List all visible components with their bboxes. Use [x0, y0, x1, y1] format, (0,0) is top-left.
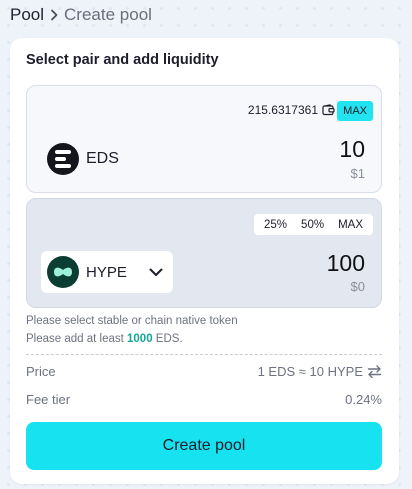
create-pool-button[interactable]: Create pool	[26, 422, 382, 470]
hint-prefix: Please add at least	[26, 333, 128, 345]
token-a-balance: 215.6317361	[248, 103, 335, 117]
breadcrumb-pool-link[interactable]: Pool	[10, 5, 44, 25]
chevron-right-icon	[49, 9, 59, 21]
chevron-down-icon	[149, 268, 163, 277]
dashed-divider	[26, 354, 382, 355]
swap-arrows-icon[interactable]	[367, 365, 382, 378]
token-a-amount-input[interactable]: 10	[339, 136, 365, 163]
breadcrumb-current: Create pool	[64, 5, 152, 24]
price-row-value: 1 EDS ≈ 10 HYPE	[258, 364, 382, 379]
hype-logo-icon	[47, 256, 79, 288]
percent-50-button[interactable]: 50%	[294, 219, 331, 231]
price-value: 1 EDS ≈ 10 HYPE	[257, 364, 363, 379]
fee-tier-label: Fee tier	[26, 392, 71, 407]
hint-suffix: EDS.	[152, 333, 183, 345]
fee-tier-value: 0.24%	[345, 392, 382, 407]
token-b-select[interactable]: HYPE	[41, 251, 173, 293]
minimum-amount-value: 1000	[127, 333, 153, 345]
percent-button-group: 25% 50% MAX	[254, 214, 373, 235]
token-b-symbol: HYPE	[86, 263, 127, 281]
balance-value: 215.6317361	[247, 103, 318, 117]
token-a-symbol: EDS	[86, 150, 119, 167]
token-a-input-box: 215.6317361 MAX EDS 10 $1	[26, 85, 382, 193]
token-b-usd-value: $0	[350, 279, 365, 294]
percent-25-button[interactable]: 25%	[257, 219, 294, 231]
token-b-amount-input[interactable]: 100	[327, 250, 365, 277]
card-title: Select pair and add liquidity	[26, 52, 219, 68]
breadcrumb: Pool Create pool	[10, 3, 152, 27]
token-a-usd-value: $1	[350, 166, 365, 181]
token-b-input-box: 25% 50% MAX HYPE 100 $0	[26, 198, 382, 308]
price-label: Price	[26, 364, 56, 379]
token-a-display: EDS	[47, 143, 119, 175]
eds-logo-icon	[47, 143, 79, 175]
create-pool-card: Select pair and add liquidity 215.631736…	[10, 38, 399, 484]
wallet-icon	[322, 104, 335, 116]
percent-max-button[interactable]: MAX	[331, 219, 370, 231]
token-hint-text: Please select stable or chain native tok…	[26, 315, 238, 327]
token-a-max-button[interactable]: MAX	[337, 101, 373, 121]
minimum-amount-hint: Please add at least 1000 EDS.	[26, 333, 183, 345]
